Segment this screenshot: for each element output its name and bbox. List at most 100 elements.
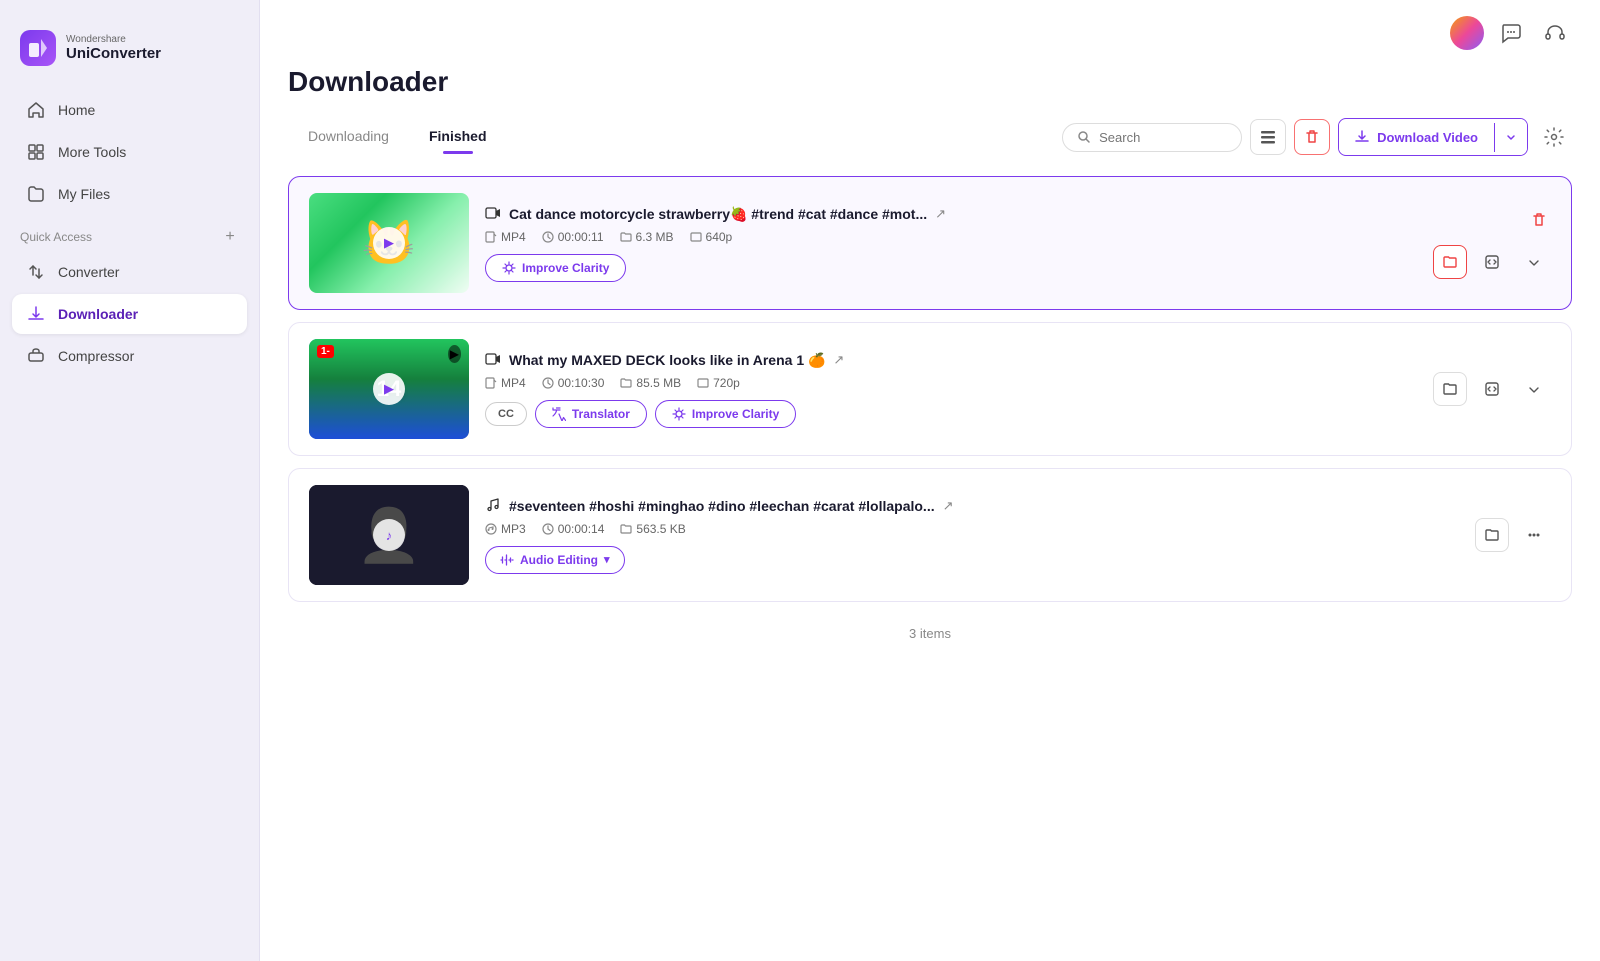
search-box[interactable] [1062, 123, 1242, 152]
item-toolbar-row [1475, 518, 1551, 552]
resolution-meta: 720p [697, 376, 740, 390]
list-view-button[interactable] [1250, 119, 1286, 155]
download-video-dropdown-button[interactable] [1495, 119, 1527, 155]
clock-icon [542, 523, 554, 535]
convert-icon-2 [1484, 381, 1500, 397]
external-link-icon[interactable]: ↗ [943, 498, 954, 514]
search-input[interactable] [1099, 130, 1219, 145]
app-logo[interactable]: Wondershare UniConverter [0, 20, 259, 90]
sidebar-item-more-tools[interactable]: More Tools [12, 132, 247, 172]
delete-all-button[interactable] [1294, 119, 1330, 155]
sidebar-item-home[interactable]: Home [12, 90, 247, 130]
sidebar-item-converter[interactable]: Converter [12, 252, 247, 292]
item-more-button-2[interactable] [1517, 372, 1551, 406]
sidebar-item-downloader-label: Downloader [58, 306, 138, 322]
download-video-main[interactable]: Download Video [1339, 123, 1495, 152]
open-folder-button-3[interactable] [1475, 518, 1509, 552]
convert-button[interactable] [1475, 245, 1509, 279]
chevron-down-small-icon [1526, 254, 1542, 270]
quick-access-section: Quick Access + [0, 214, 259, 252]
sidebar-item-my-files[interactable]: My Files [12, 174, 247, 214]
improve-clarity-button[interactable]: Improve Clarity [485, 254, 626, 282]
folder-meta-icon [620, 377, 632, 389]
sparkle-icon [502, 261, 516, 275]
download-item: 1- 14 ▶ ▶ What my MAXED DECK looks like … [288, 322, 1572, 456]
item-actions: Audio Editing ▾ [485, 546, 1435, 574]
sidebar-item-downloader[interactable]: Downloader [12, 294, 247, 334]
cc-button[interactable]: CC [485, 402, 527, 426]
item-actions: CC Translator Improve Clarity [485, 400, 1417, 428]
clock-icon [542, 231, 554, 243]
audio-editing-dropdown-arrow: ▾ [604, 553, 610, 566]
item-right-actions [1433, 208, 1551, 279]
item-actions: Improve Clarity [485, 254, 1417, 282]
toolbar-right: Download Video [1062, 118, 1572, 156]
tab-finished[interactable]: Finished [409, 120, 507, 154]
improve-clarity-button-2[interactable]: Improve Clarity [655, 400, 796, 428]
translator-icon [552, 407, 566, 421]
item-more-button-3[interactable] [1517, 518, 1551, 552]
headset-icon-button[interactable] [1538, 16, 1572, 50]
download-item: 👤 ♪ #seventeen #hoshi #minghao #dino #le… [288, 468, 1572, 602]
item-info: Cat dance motorcycle strawberry🍓 #trend … [485, 205, 1417, 282]
duration-meta: 00:00:14 [542, 522, 605, 536]
settings-icon [1544, 127, 1564, 147]
convert-button-2[interactable] [1475, 372, 1509, 406]
item-more-button[interactable] [1517, 245, 1551, 279]
resolution-meta: 640p [690, 230, 733, 244]
download-video-button[interactable]: Download Video [1338, 118, 1528, 156]
audio-editing-button[interactable]: Audio Editing ▾ [485, 546, 625, 574]
sidebar-item-compressor-label: Compressor [58, 348, 134, 364]
size-meta: 85.5 MB [620, 376, 681, 390]
user-avatar[interactable] [1450, 16, 1484, 50]
sidebar-nav: Home More Tools My Files [0, 90, 259, 214]
converter-icon [26, 262, 46, 282]
resolution-icon [697, 377, 709, 389]
item-thumbnail: 👤 ♪ [309, 485, 469, 585]
duration-meta: 00:00:11 [542, 230, 604, 244]
delete-icon [1304, 129, 1320, 145]
audio-type-icon [485, 497, 501, 516]
size-meta: 563.5 KB [620, 522, 685, 536]
sidebar-item-converter-label: Converter [58, 264, 119, 280]
item-thumbnail: 1- 14 ▶ ▶ [309, 339, 469, 439]
more-tools-icon [26, 142, 46, 162]
open-folder-button-2[interactable] [1433, 372, 1467, 406]
content-area: Downloader Downloading Finished [260, 66, 1600, 961]
add-quick-access-button[interactable]: + [221, 228, 239, 246]
video-type-icon [485, 205, 501, 224]
item-title-row: What my MAXED DECK looks like in Arena 1… [485, 351, 1417, 370]
logo-name: UniConverter [66, 45, 161, 62]
item-delete-button[interactable] [1527, 208, 1551, 237]
external-link-icon[interactable]: ↗ [833, 352, 844, 368]
play-button[interactable]: ▶ [373, 373, 405, 405]
format-icon [485, 523, 497, 535]
sparkle-icon-2 [672, 407, 686, 421]
settings-button[interactable] [1536, 119, 1572, 155]
sidebar-item-compressor[interactable]: Compressor [12, 336, 247, 376]
tab-downloading[interactable]: Downloading [288, 120, 409, 154]
logo-brand: Wondershare [66, 34, 161, 45]
play-button[interactable]: ▶ [373, 227, 405, 259]
open-folder-button[interactable] [1433, 245, 1467, 279]
item-meta: MP4 00:10:30 85.5 MB 720p [485, 376, 1417, 390]
external-link-icon[interactable]: ↗ [935, 206, 946, 222]
music-note-overlay: ♪ [373, 519, 405, 551]
main-content: Downloader Downloading Finished [260, 0, 1600, 961]
chat-icon-button[interactable] [1494, 16, 1528, 50]
home-icon [26, 100, 46, 120]
format-meta: MP4 [485, 376, 526, 390]
top-bar [260, 0, 1600, 66]
ellipsis-icon [1525, 526, 1543, 544]
chevron-down-icon [1505, 131, 1517, 143]
item-title-row: #seventeen #hoshi #minghao #dino #leecha… [485, 497, 1435, 516]
audio-waveform-icon [500, 553, 514, 567]
format-icon [485, 231, 497, 243]
tabs: Downloading Finished [288, 120, 507, 154]
logo-text: Wondershare UniConverter [66, 34, 161, 62]
folder-meta-icon [620, 523, 632, 535]
convert-icon [1484, 254, 1500, 270]
item-thumbnail: 🐱 ▶ [309, 193, 469, 293]
translator-button[interactable]: Translator [535, 400, 647, 428]
trash-icon [1531, 212, 1547, 228]
